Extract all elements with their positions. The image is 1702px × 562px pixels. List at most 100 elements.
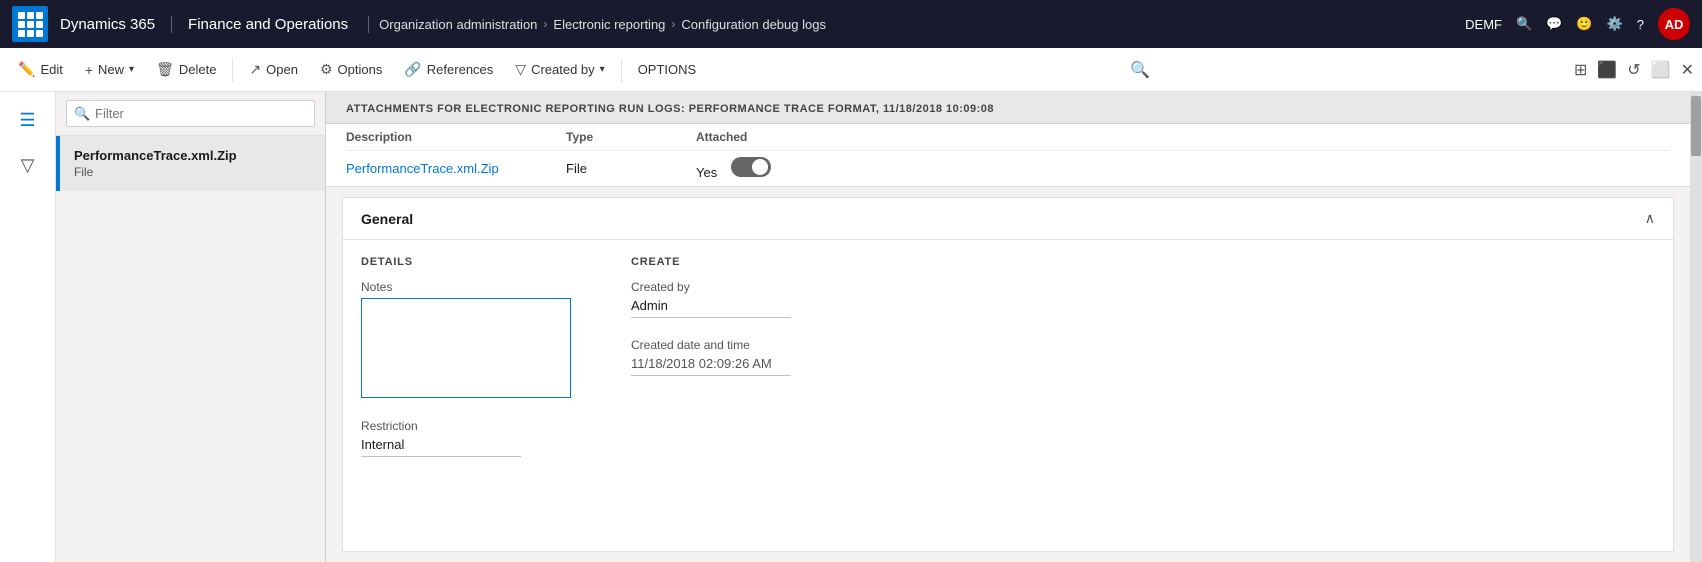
references-button[interactable]: 🔗 References (394, 55, 503, 84)
left-panel: ☰ ▽ (0, 92, 56, 562)
attached-toggle[interactable] (731, 157, 771, 177)
created-date-value: 11/18/2018 02:09:26 AM (631, 356, 791, 376)
general-header[interactable]: General ∧ (343, 198, 1673, 240)
restriction-field: Restriction Internal (361, 419, 571, 457)
collapse-icon[interactable]: ∧ (1645, 210, 1655, 227)
attachment-header: ATTACHMENTS FOR ELECTRONIC REPORTING RUN… (326, 92, 1690, 124)
cmd-right: 🔍 (1124, 54, 1156, 86)
new-dropdown-icon[interactable]: ▾ (129, 64, 134, 75)
open-icon: ↗ (249, 61, 261, 78)
options-label: Options (338, 62, 383, 77)
cell-attached: Yes (696, 157, 816, 180)
breadcrumb-sep-1: › (543, 17, 547, 31)
cmd-search-icon[interactable]: 🔍 (1124, 54, 1156, 86)
details-label: DETAILS (361, 256, 571, 268)
created-by-button[interactable]: ▽ Created by ▾ (505, 55, 614, 84)
table-row[interactable]: PerformanceTrace.xml.Zip File Yes (346, 150, 1670, 186)
grid-view-icon[interactable]: ⊞ (1574, 60, 1587, 80)
col-type: Type (566, 130, 696, 144)
options2-label: OPTIONS (638, 62, 697, 77)
edit-label: Edit (40, 62, 62, 77)
options-icon: ⚙ (320, 61, 333, 78)
brand-label: Dynamics 365 (60, 16, 172, 33)
col-description: Description (346, 130, 566, 144)
filter-panel-icon[interactable]: ▽ (13, 147, 43, 184)
filter-box: 🔍 (56, 92, 325, 136)
created-by-field-label: Created by (631, 280, 791, 294)
created-by-field: Created by Admin (631, 280, 791, 318)
breadcrumb: Organization administration › Electronic… (379, 17, 1465, 32)
attached-yes: Yes (696, 165, 717, 180)
created-by-field-value: Admin (631, 298, 791, 318)
created-by-label: Created by (531, 62, 595, 77)
filter-icon: ▽ (515, 61, 526, 78)
topnav-right: DEMF 🔍 💬 🙂 ⚙️ ? AD (1465, 8, 1690, 40)
new-button[interactable]: + New ▾ (75, 56, 144, 84)
avatar[interactable]: AD (1658, 8, 1690, 40)
search-icon[interactable]: 🔍 (1516, 16, 1532, 32)
app-title: Finance and Operations (188, 16, 369, 33)
office-icon[interactable]: ⬛ (1597, 60, 1617, 80)
new-label: New (98, 62, 124, 77)
references-icon: 🔗 (404, 61, 421, 78)
general-title: General (361, 211, 413, 227)
general-body: DETAILS Notes Restriction Internal CREAT… (343, 240, 1673, 473)
separator-1 (232, 58, 233, 82)
created-date-label: Created date and time (631, 338, 791, 352)
list-panel: 🔍 PerformanceTrace.xml.Zip File (56, 92, 326, 562)
delete-button[interactable]: 🗑 Delete (146, 55, 226, 84)
settings-icon[interactable]: ⚙️ (1607, 16, 1623, 32)
grid-icon (18, 12, 43, 37)
env-label: DEMF (1465, 17, 1502, 32)
app-grid-button[interactable] (12, 6, 48, 42)
filter-input[interactable] (66, 100, 315, 127)
content-area: ATTACHMENTS FOR ELECTRONIC REPORTING RUN… (326, 92, 1690, 562)
delete-icon: 🗑 (156, 61, 174, 78)
toggle-knob (752, 159, 768, 175)
create-group: CREATE Created by Admin Created date and… (631, 256, 791, 457)
col-attached: Attached (696, 130, 816, 144)
breadcrumb-sep-2: › (671, 17, 675, 31)
attachment-title: ATTACHMENTS FOR ELECTRONIC REPORTING RUN… (346, 103, 994, 115)
details-group: DETAILS Notes Restriction Internal (361, 256, 571, 457)
notes-textarea[interactable] (361, 298, 571, 398)
filter-wrap: 🔍 (66, 100, 315, 127)
table-section: Description Type Attached PerformanceTra… (326, 124, 1690, 187)
created-by-dropdown-icon: ▾ (600, 64, 605, 75)
list-item-sub: File (74, 165, 311, 179)
breadcrumb-config[interactable]: Configuration debug logs (681, 17, 826, 32)
message-icon[interactable]: 💬 (1546, 16, 1562, 32)
filter-search-icon: 🔍 (74, 106, 90, 122)
delete-label: Delete (179, 62, 217, 77)
notes-label: Notes (361, 280, 571, 294)
restriction-value: Internal (361, 437, 521, 457)
references-label: References (427, 62, 493, 77)
help-icon[interactable]: ? (1637, 17, 1644, 32)
scrollbar[interactable] (1690, 92, 1702, 562)
breadcrumb-org[interactable]: Organization administration (379, 17, 537, 32)
list-item[interactable]: PerformanceTrace.xml.Zip File (56, 136, 325, 191)
notes-field: Notes (361, 280, 571, 401)
table-header-row: Description Type Attached (346, 124, 1670, 150)
main-layout: ☰ ▽ 🔍 PerformanceTrace.xml.Zip File ATTA… (0, 92, 1702, 562)
feedback-icon[interactable]: 🙂 (1576, 16, 1592, 32)
general-section: General ∧ DETAILS Notes Restriction Inte… (342, 197, 1674, 552)
edit-button[interactable]: ✏️ Edit (8, 55, 73, 84)
scroll-thumb[interactable] (1691, 96, 1701, 156)
created-date-field: Created date and time 11/18/2018 02:09:2… (631, 338, 791, 376)
open-label: Open (266, 62, 298, 77)
command-bar: ✏️ Edit + New ▾ 🗑 Delete ↗ Open ⚙ Option… (0, 48, 1702, 92)
expand-icon[interactable]: ⬜ (1651, 60, 1671, 80)
refresh-icon[interactable]: ↺ (1627, 60, 1640, 80)
options-button[interactable]: ⚙ Options (310, 55, 392, 84)
options2-button[interactable]: OPTIONS (628, 56, 707, 83)
restriction-label: Restriction (361, 419, 571, 433)
new-icon: + (85, 62, 93, 78)
close-icon[interactable]: ✕ (1681, 60, 1694, 80)
create-label: CREATE (631, 256, 791, 268)
edit-icon: ✏️ (18, 61, 35, 78)
separator-2 (621, 58, 622, 82)
open-button[interactable]: ↗ Open (239, 55, 308, 84)
breadcrumb-er[interactable]: Electronic reporting (553, 17, 665, 32)
hamburger-icon[interactable]: ☰ (11, 102, 43, 139)
